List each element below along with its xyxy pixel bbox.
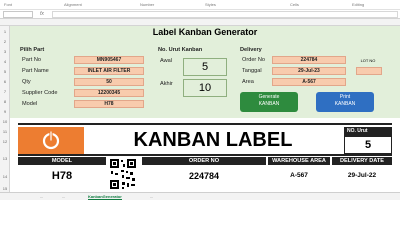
delivery-date-value: 29-Jul-22 [332,165,392,187]
delivery-date-header: DELIVERY DATE [332,157,392,165]
awal-input[interactable]: 5 [183,58,227,76]
ribbon-group-editing[interactable]: Editing [352,2,364,7]
tanggal-field[interactable]: 29-Jul-23 [272,67,346,75]
akhir-input[interactable]: 10 [183,79,227,97]
sheet-tab-kanban-generator[interactable]: KanbanGenerator [88,194,122,200]
name-box[interactable] [3,11,33,18]
qty-label: Qty [22,79,31,85]
model-field[interactable]: H78 [74,100,144,108]
model-header: MODEL [18,157,106,165]
delivery-heading: Delivery [240,47,262,53]
qty-field[interactable]: 50 [74,78,144,86]
part-heading: Pilih Part [20,47,45,53]
ribbon: Font Alignment Number Styles Cells Editi… [0,0,400,10]
awal-label: Awal [160,58,173,64]
ribbon-group-cells[interactable]: Cells [290,2,299,7]
formula-input[interactable] [52,11,398,18]
part-name-label: Part Name [22,68,49,74]
tanggal-label: Tanggal [242,68,262,74]
kanban-divider [18,154,392,156]
row-number[interactable]: 6 [0,79,10,84]
formula-bar: fx [0,10,400,19]
model-value: H78 [18,165,106,187]
print-kanban-button[interactable]: Print KANBAN [316,92,374,112]
row-number[interactable]: 12 [0,139,10,144]
row-number[interactable]: 14 [0,174,10,179]
supplier-code-label: Supplier Code [22,90,58,96]
part-no-field[interactable]: MN905467 [74,56,144,64]
row-number[interactable]: 8 [0,99,10,104]
model-label: Model [22,101,38,107]
sheet-tabs: ... ... KanbanGenerator ... [0,192,400,200]
row-number[interactable]: 1 [0,29,10,34]
ribbon-group-font[interactable]: Font [4,2,12,7]
warehouse-area-header: WAREHOUSE AREA [268,157,330,165]
sheet-tab[interactable]: ... [150,194,153,199]
part-no-label: Part No [22,57,41,63]
no-urut-value: 5 [344,136,392,154]
row-number[interactable]: 3 [0,49,10,54]
row-headers[interactable]: 1 2 3 4 5 6 7 8 9 10 11 12 13 14 15 [0,26,10,192]
row-number[interactable]: 15 [0,186,10,191]
warehouse-area-value: A-567 [268,165,330,187]
kanban-top-border [18,123,392,125]
row-number[interactable]: 7 [0,89,10,94]
kanban-title: KANBAN LABEL [84,127,342,154]
row-number[interactable]: 13 [0,156,10,161]
kanban-logo-box [18,127,84,154]
ribbon-group-number[interactable]: Number [140,2,154,7]
generate-kanban-button[interactable]: Generate KANBAN [240,92,298,112]
supplier-code-field[interactable]: 12200345 [74,89,144,97]
part-name-field[interactable]: INLET AIR FILTER [74,67,144,75]
ribbon-group-alignment[interactable]: Alignment [64,2,82,7]
qr-code-icon [108,157,138,191]
row-number[interactable]: 5 [0,69,10,74]
lot-no-label: LOT NO [360,58,376,63]
order-no-header: ORDER NO [142,157,266,165]
sheet-tab[interactable]: ... [62,194,65,199]
column-headers[interactable] [0,19,400,26]
order-no-value: 224784 [142,165,266,187]
no-urut-header: NO. Urut [344,127,392,136]
sheet-tab[interactable]: ... [40,194,43,199]
row-number[interactable]: 4 [0,59,10,64]
kanban-no-heading: No. Urut Kanban [158,47,203,53]
power-icon [42,130,60,150]
row-number[interactable]: 9 [0,109,10,114]
order-no-field[interactable]: 224784 [272,56,346,64]
akhir-label: Akhir [160,81,173,87]
generator-title: Label Kanban Generator [152,27,258,37]
row-number[interactable]: 10 [0,119,10,124]
order-no-label: Order No [242,57,266,63]
row-number[interactable]: 2 [0,39,10,44]
area-label: Area [242,79,254,85]
area-field[interactable]: A-567 [272,78,346,86]
ribbon-group-styles[interactable]: Styles [205,2,216,7]
lot-no-field[interactable] [356,67,382,75]
fx-icon[interactable]: fx [40,11,44,17]
row-number[interactable]: 11 [0,129,10,134]
